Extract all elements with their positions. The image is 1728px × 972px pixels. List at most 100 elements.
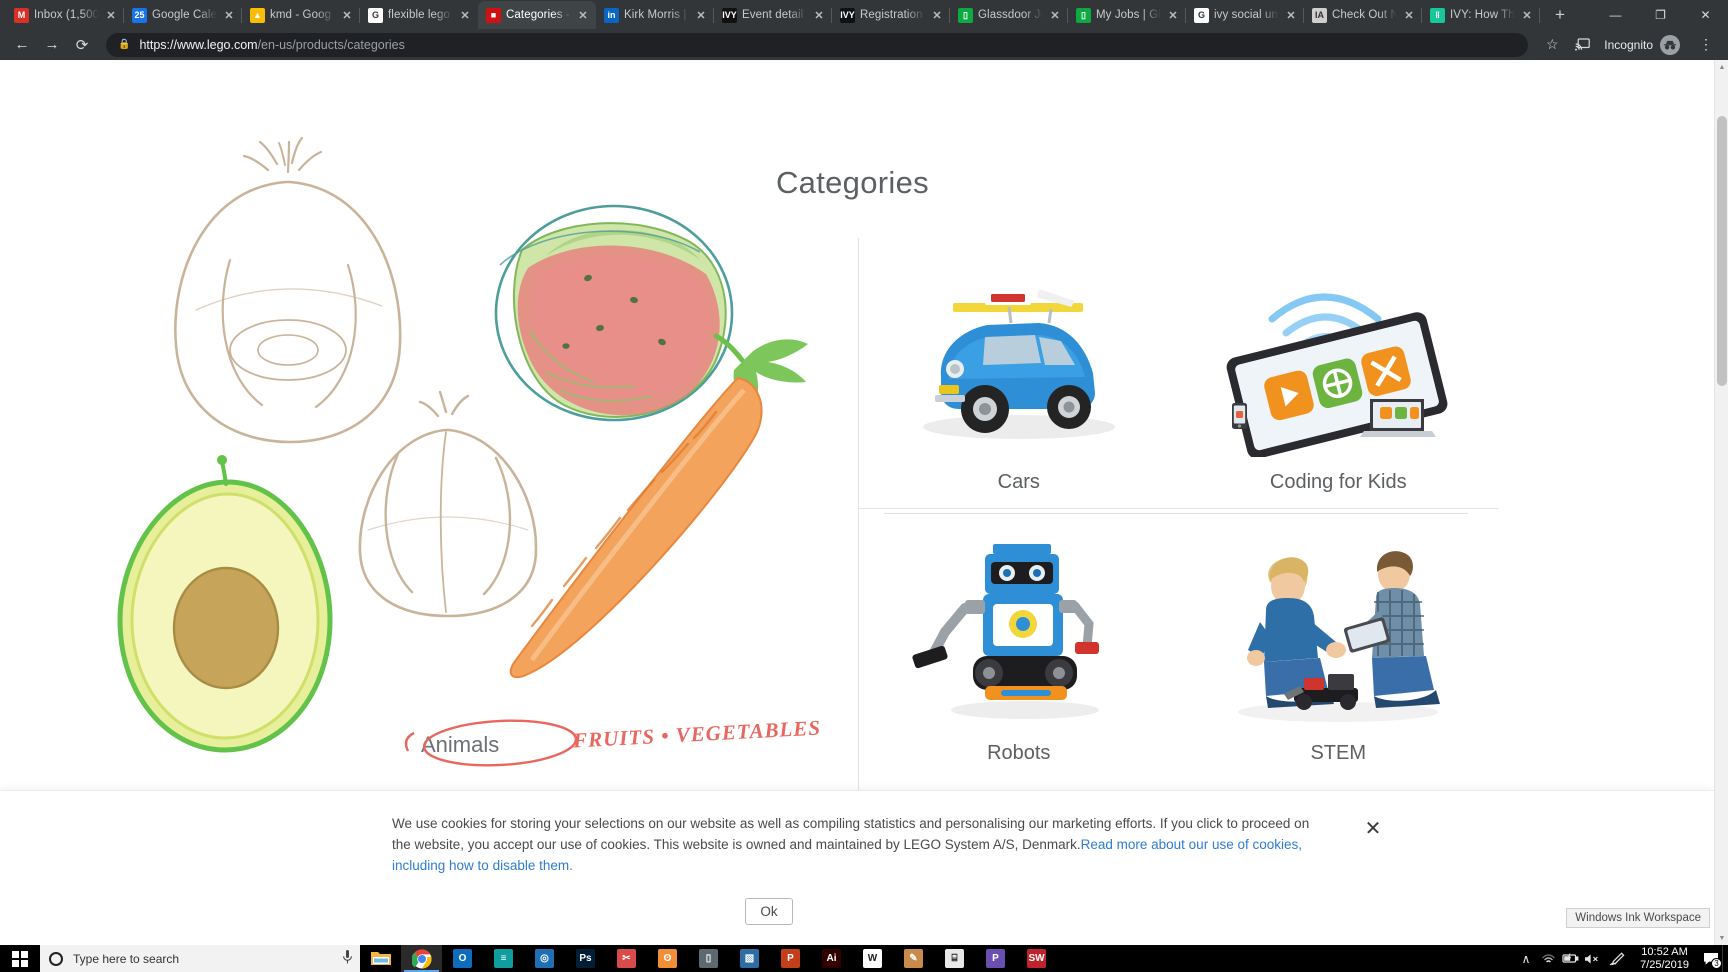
taskbar-app-phone-app[interactable]: ▯ <box>688 945 729 972</box>
gmail-icon: M <box>14 7 29 23</box>
teal-icon: ‖ <box>1430 7 1445 23</box>
glassdoor-icon: ▯ <box>1076 7 1091 23</box>
taskbar-app-microsoft-powerpoint[interactable]: P <box>770 945 811 972</box>
scrollbar-thumb[interactable] <box>1717 116 1727 386</box>
browser-tab[interactable]: ‖ IVY: How Th ✕ <box>1422 1 1540 29</box>
start-button[interactable] <box>0 945 40 972</box>
google-search-icon: G <box>368 7 383 23</box>
tab-close-icon[interactable]: ✕ <box>694 8 708 22</box>
file-explorer-icon <box>370 952 391 965</box>
windows-ink-pen-icon[interactable] <box>1603 945 1631 972</box>
tab-title: kmd - Goog <box>270 9 332 21</box>
page-scrollbar[interactable]: ▲ ▼ <box>1714 60 1728 945</box>
taskbar-app-file-explorer[interactable] <box>360 945 401 972</box>
browser-tab[interactable]: 25 Google Cale ✕ <box>124 1 242 29</box>
taskbar-app-google-chrome[interactable] <box>401 945 442 972</box>
tab-close-icon[interactable]: ✕ <box>1166 8 1180 22</box>
browser-tab[interactable]: Givy social uni ✕ <box>1186 1 1304 29</box>
proto-app-icon: P <box>986 949 1005 968</box>
incognito-indicator[interactable]: Incognito <box>1598 33 1690 57</box>
cast-icon[interactable] <box>1568 31 1596 59</box>
taskbar-clock[interactable]: 10:52 AM 7/25/2019 <box>1631 946 1698 972</box>
volume-muted-icon[interactable] <box>1581 945 1603 972</box>
back-icon[interactable]: ← <box>8 31 36 59</box>
action-center-button[interactable]: 3 <box>1698 945 1724 972</box>
tab-close-icon[interactable]: ✕ <box>340 8 354 22</box>
chrome-menu-icon[interactable]: ⋮ <box>1692 31 1720 59</box>
category-card-robots[interactable]: Robots <box>869 509 1169 779</box>
taskbar-app-calculator-app[interactable]: ⌸ <box>934 945 975 972</box>
taskbar-app-microsoft-outlook[interactable]: O <box>442 945 483 972</box>
browser-tab[interactable]: ▯ Glassdoor Jo ✕ <box>950 1 1068 29</box>
incognito-icon <box>1660 34 1680 55</box>
battery-icon[interactable] <box>1559 945 1581 972</box>
tab-close-icon[interactable]: ✕ <box>576 8 590 22</box>
browser-tab[interactable]: ■ Categories - ✕ <box>478 1 596 29</box>
browser-tab[interactable]: IA Check Out N ✕ <box>1304 1 1422 29</box>
taskbar-app-snipping-tool[interactable]: ✂ <box>606 945 647 972</box>
browser-tab[interactable]: ▲ kmd - Goog ✕ <box>242 1 360 29</box>
address-bar[interactable]: 🔒 https://www.lego.com/en-us/products/ca… <box>106 32 1529 57</box>
taskbar-app-reader-app[interactable]: ▧ <box>729 945 770 972</box>
taskbar-app-pencil-app[interactable]: ✎ <box>893 945 934 972</box>
category-card-cars[interactable]: Cars <box>869 238 1169 508</box>
reload-icon[interactable]: ⟳ <box>68 31 96 59</box>
tab-title: IVY: How Th <box>1450 9 1515 21</box>
browser-tab[interactable]: IVY Event detail ✕ <box>714 1 832 29</box>
tab-close-icon[interactable]: ✕ <box>222 8 236 22</box>
taskbar-app-proto-app[interactable]: P <box>975 945 1016 972</box>
categories-row-2: Robots STEM <box>859 508 1498 779</box>
taskbar-search[interactable]: Type here to search <box>40 945 360 972</box>
minimize-button[interactable]: — <box>1593 0 1638 29</box>
scroll-down-icon[interactable]: ▼ <box>1715 931 1728 945</box>
close-icon[interactable]: ✕ <box>1360 815 1386 841</box>
maximize-button[interactable]: ❐ <box>1638 0 1683 29</box>
forward-icon[interactable]: → <box>38 31 66 59</box>
browser-tab[interactable]: M Inbox (1,500 ✕ <box>6 1 124 29</box>
lego-robot-image <box>889 538 1149 728</box>
animals-circle-annotation <box>404 719 578 767</box>
category-label: Cars <box>997 471 1040 493</box>
taskbar-app-adobe-illustrator[interactable]: Ai <box>811 945 852 972</box>
new-tab-button[interactable]: + <box>1546 1 1574 29</box>
taskbar-app-adobe-photoshop[interactable]: Ps <box>565 945 606 972</box>
show-desktop-button[interactable] <box>1722 945 1728 972</box>
tab-close-icon[interactable]: ✕ <box>458 8 472 22</box>
category-label: Robots <box>987 742 1051 764</box>
browser-tab[interactable]: ▯ My Jobs | Gl ✕ <box>1068 1 1186 29</box>
cookie-ok-button[interactable]: Ok <box>745 898 793 925</box>
tab-title: My Jobs | Gl <box>1096 9 1161 21</box>
taskbar-app-wacom-app[interactable]: W <box>852 945 893 972</box>
windows-ink-workspace-tooltip: Windows Ink Workspace <box>1566 908 1710 928</box>
tab-close-icon[interactable]: ✕ <box>1520 8 1534 22</box>
tab-close-icon[interactable]: ✕ <box>1402 8 1416 22</box>
category-card-stem[interactable]: STEM <box>1189 509 1489 779</box>
taskbar-app-spiral-app[interactable]: ʘ <box>647 945 688 972</box>
browser-tab[interactable]: IVY Registration ✕ <box>832 1 950 29</box>
tab-title: Categories - <box>506 9 570 21</box>
lock-icon: 🔒 <box>118 39 131 50</box>
show-hidden-icons-chevron-icon[interactable]: ∧ <box>1515 945 1537 972</box>
taskbar-app-solidworks-app[interactable]: SW <box>1016 945 1057 972</box>
tab-close-icon[interactable]: ✕ <box>930 8 944 22</box>
tab-close-icon[interactable]: ✕ <box>1048 8 1062 22</box>
tab-title: flexible lego <box>388 9 451 21</box>
tab-close-icon[interactable]: ✕ <box>1284 8 1298 22</box>
scroll-up-icon[interactable]: ▲ <box>1715 60 1728 74</box>
microphone-icon[interactable] <box>343 950 352 967</box>
tab-strip: M Inbox (1,500 ✕ 25 Google Cale ✕ ▲ kmd - Goog ✕… <box>0 0 1728 29</box>
browser-tab[interactable]: in Kirk Morris | ✕ <box>596 1 714 29</box>
taskbar-app-internet-explorer[interactable]: ◎ <box>524 945 565 972</box>
browser-tab[interactable]: Gflexible lego ✕ <box>360 1 478 29</box>
category-card-coding-for-kids[interactable]: Coding for Kids <box>1189 238 1489 508</box>
bookmark-star-icon[interactable]: ☆ <box>1538 31 1566 59</box>
cortana-icon <box>49 951 63 966</box>
taskbar-app-microsoft-publisher[interactable]: ≡ <box>483 945 524 972</box>
wifi-icon[interactable] <box>1537 945 1559 972</box>
garlic-sketch <box>358 390 538 618</box>
close-window-button[interactable]: ✕ <box>1683 0 1728 29</box>
tab-close-icon[interactable]: ✕ <box>812 8 826 22</box>
adobe-illustrator-icon: Ai <box>822 949 841 968</box>
microsoft-powerpoint-icon: P <box>781 949 800 968</box>
tab-close-icon[interactable]: ✕ <box>104 8 118 22</box>
